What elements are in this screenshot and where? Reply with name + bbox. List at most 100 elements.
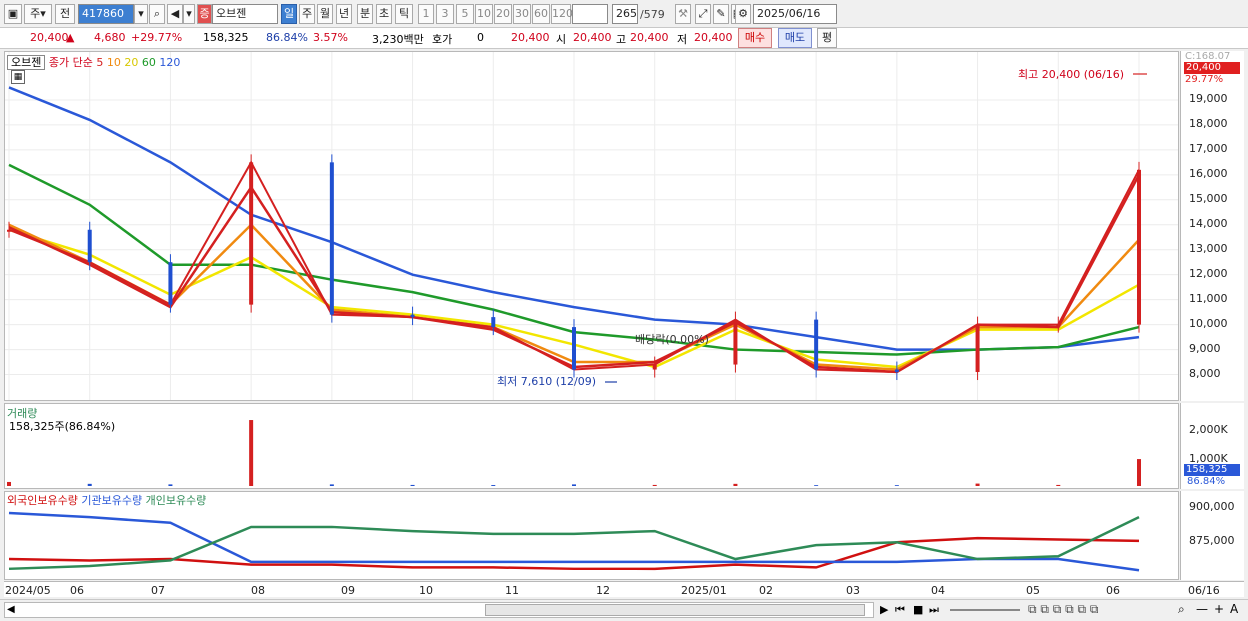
candle-body [329,162,334,315]
holding-line-foreign [8,536,1140,571]
ma5-label: 5 [96,56,104,69]
ma-label: 종가 단순 [48,56,93,69]
zoom-icon[interactable]: ⌕ [1178,602,1185,617]
ma120-label: 120 [159,56,181,69]
price-tick: 17,000 [1189,141,1228,155]
scroll-track[interactable]: ◀ [4,602,874,618]
tab-minute[interactable]: 분 [357,4,373,24]
volume-tag: 158,325 [1184,464,1240,476]
chart-tool-icon[interactable]: ⚒ [675,4,691,24]
volume-ratio: 86.84% [266,31,308,44]
date-label: 06 [1106,584,1120,597]
tab-day[interactable]: 일 [281,4,297,24]
volume-panel: 거래량 158,325주(86.84%) [4,403,1179,489]
candle-body [7,229,11,232]
font-size-icon[interactable]: A [1230,602,1238,616]
code-input[interactable]: 417860 [78,4,134,24]
tab-second[interactable]: 초 [376,4,392,24]
tab-tick[interactable]: 틱 [395,4,413,24]
date-input[interactable]: 2025/06/16 [753,4,837,24]
buy-button[interactable]: 매수 [738,28,772,48]
code-dropdown-icon[interactable]: ▾ [134,4,148,24]
date-label: 2024/05 [5,584,51,597]
price-legend: 오브젠 종가 단순 5 10 20 60 120 [7,54,180,70]
price-tick: 18,000 [1189,116,1228,130]
axis-top-note: C:168.07 [1185,51,1231,62]
candle-body [1056,324,1061,327]
speaker-dropdown-icon[interactable]: ▾ [183,4,195,24]
display-count-input[interactable]: 265 [612,4,638,24]
date-label: 06/16 [1188,584,1220,597]
num-3[interactable]: 3 [436,4,454,24]
rewind-icon[interactable]: ⏮ [895,603,905,617]
candle-body [975,324,980,373]
num-1[interactable]: 1 [418,4,434,24]
volume-bar [975,483,980,486]
date-label: 03 [846,584,860,597]
period-select[interactable]: 주▾ [24,4,52,24]
volume-bar [814,485,819,486]
prev-button[interactable]: 전 [55,4,75,24]
date-label: 09 [341,584,355,597]
scroll-left-icon[interactable]: ◀ [7,604,15,615]
window-icons[interactable]: ⧉ ⧉ ⧉ ⧉ ⧉ ⧉ [1028,602,1098,617]
scroll-right-icon[interactable]: ▶ [880,603,888,616]
tab-year[interactable]: 년 [336,4,352,24]
num-10[interactable]: 10 [475,4,493,24]
stop-icon[interactable]: ■ [913,603,923,616]
candle-body [168,262,173,305]
high-label: 고 [616,33,627,46]
bottom-toolbar: ◀ ▶ ⏮ ■ ⏭ ⧉ ⧉ ⧉ ⧉ ⧉ ⧉ ⌕ — + A [0,599,1248,621]
price-chart[interactable] [5,52,1178,400]
tab-week[interactable]: 주 [299,4,315,24]
search-icon[interactable]: ⌕ [149,4,165,24]
stock-label[interactable]: 오브젠 [7,55,46,70]
volume-chart[interactable] [5,404,1178,488]
candle-body [491,317,496,328]
layout-icon[interactable]: ▣ [4,4,22,24]
speaker-icon[interactable]: ◀ [167,4,183,24]
price-axis: C:168.07 20,400 29.77% 19,000 18,000 17,00… [1180,51,1244,401]
price-tick: 9,000 [1189,341,1221,355]
expand-icon[interactable]: ⤢ [695,4,711,24]
individual-legend: 개인보유수량 [145,494,207,507]
open-label: 시 [556,33,567,46]
date-label: 06 [70,584,84,597]
hoga-value: 0 [477,31,484,44]
tab-month[interactable]: 월 [317,4,333,24]
num-120[interactable]: 120 [551,4,573,24]
holding-line-institution [8,511,1140,572]
price-tick: 16,000 [1189,166,1228,180]
zoom-in-icon[interactable]: + [1214,602,1224,616]
zoom-out-icon[interactable]: — [1196,602,1208,616]
flat-button[interactable]: 평 [817,28,837,48]
num-30[interactable]: 30 [513,4,531,24]
scroll-thumb[interactable] [485,604,865,616]
max-note: 최고 20,400 (06/16) [1018,68,1125,81]
toolbar: ▣ 주▾ 전 417860 ▾ ⌕ ◀ ▾ 증 오브젠 일 주 월 년 분 초 … [0,0,1248,28]
candle-body [87,229,92,263]
date-label: 02 [759,584,773,597]
num-5[interactable]: 5 [456,4,474,24]
institution-legend: 기관보유수량 [81,494,143,507]
zoom-slider[interactable] [950,609,1020,611]
volume-bar [894,485,899,486]
forward-icon[interactable]: ⏭ [929,603,939,617]
table-icon[interactable]: ▦ [11,70,25,84]
custom-period-input[interactable] [572,4,608,24]
candle-body [733,319,738,365]
num-20[interactable]: 20 [494,4,512,24]
num-60[interactable]: 60 [532,4,550,24]
min-note: 최저 7,610 (12/09) [497,375,597,388]
price-tick: 10,000 [1189,316,1228,330]
price-tag: 20,400 [1184,62,1240,74]
market-badge-icon: 증 [197,4,212,24]
gear-icon[interactable]: ⚙ [735,4,751,24]
date-label: 04 [931,584,945,597]
candle-body [249,162,254,305]
volume-bar [410,484,415,486]
chart-edit-icon[interactable]: ✎ [713,4,729,24]
sell-button[interactable]: 매도 [778,28,812,48]
change-percent: +29.77% [131,31,183,44]
stock-name-field[interactable]: 오브젠 [212,4,278,24]
